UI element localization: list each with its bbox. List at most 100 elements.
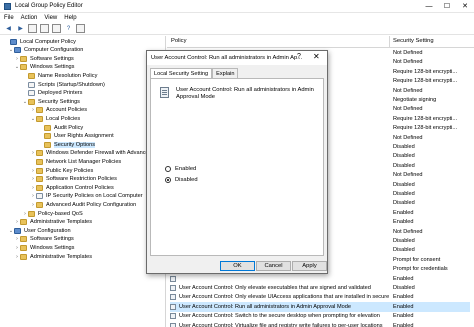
policy-value: Disabled xyxy=(393,144,415,150)
toolbar: ◀ ▶ ? xyxy=(0,23,474,35)
tree-item[interactable]: › Administrative Templates xyxy=(14,252,92,261)
folder-icon xyxy=(20,253,27,260)
policy-icon xyxy=(170,322,176,327)
folder-icon xyxy=(36,150,43,157)
folder-icon xyxy=(20,219,27,226)
tree-item-label: Software Settings xyxy=(30,236,74,243)
cancel-button[interactable]: Cancel xyxy=(256,261,291,271)
policy-value: Not Defined xyxy=(393,87,423,94)
folder-icon xyxy=(36,167,43,174)
radio-disabled-label: Disabled xyxy=(175,177,198,183)
menu-action[interactable]: Action xyxy=(21,15,38,21)
dialog-title: User Account Control: Run all administra… xyxy=(151,55,303,61)
menu-bar: File Action View Help xyxy=(0,13,474,23)
policy-icon xyxy=(170,285,176,291)
folder-icon xyxy=(36,107,43,114)
policy-icon xyxy=(28,90,35,97)
radio-disabled-circle[interactable] xyxy=(165,177,171,183)
tree-item-label: Policy-based QoS xyxy=(38,210,83,217)
policy-name: User Account Control: Switch to the secu… xyxy=(179,313,380,320)
dialog-help-icon[interactable]: ? xyxy=(297,53,301,60)
policy-value: Disabled xyxy=(393,162,415,169)
policy-value: Not Defined xyxy=(393,228,423,235)
properties-icon[interactable] xyxy=(40,24,49,33)
folder-icon xyxy=(28,72,35,79)
folder-icon xyxy=(44,133,51,140)
tree-item-label: Local Computer Policy xyxy=(20,38,76,45)
policy-name: User Account Control: Only elevate execu… xyxy=(179,285,371,291)
apply-button[interactable]: Apply xyxy=(292,261,327,271)
computer-icon xyxy=(14,227,21,234)
policy-icon xyxy=(28,81,35,88)
policy-column-header[interactable]: Policy xyxy=(171,38,186,44)
close-button[interactable]: ✕ xyxy=(456,0,474,13)
show-hide-tree-icon[interactable] xyxy=(28,24,37,33)
tree-item-label: Application Control Policies xyxy=(46,184,114,191)
app-icon xyxy=(4,2,11,10)
maximize-button[interactable]: ☐ xyxy=(438,0,456,13)
folder-icon xyxy=(44,141,51,148)
tree-item-label: User Configuration xyxy=(24,227,71,234)
ok-button[interactable]: OK xyxy=(220,261,255,271)
policy-value: Disabled xyxy=(393,238,415,244)
console-icon[interactable] xyxy=(76,24,85,33)
tree-item-label: Name Resolution Policy xyxy=(38,72,98,79)
policy-value: Not Defined xyxy=(393,50,423,56)
policy-value: Disabled xyxy=(393,247,415,254)
policy-value: Disabled xyxy=(393,200,415,207)
policy-value: Not Defined xyxy=(393,59,423,66)
export-list-icon[interactable] xyxy=(52,24,61,33)
folder-icon xyxy=(44,124,51,131)
policy-name: User Account Control: Virtualize file an… xyxy=(179,322,383,327)
folder-icon xyxy=(20,236,27,243)
help-icon[interactable]: ? xyxy=(64,24,73,33)
security-setting-column-header[interactable]: Security Setting xyxy=(393,38,434,44)
policy-document-icon xyxy=(160,87,169,98)
policy-value: Enabled xyxy=(393,322,414,327)
policy-value: Require 128-bit encrypti... xyxy=(393,78,458,85)
menu-view[interactable]: View xyxy=(44,15,57,21)
tab-explain[interactable]: Explain xyxy=(212,68,239,78)
policy-value: Enabled xyxy=(393,209,414,216)
title-bar: Local Group Policy Editor — ☐ ✕ xyxy=(0,0,474,13)
policy-value: Require 128-bit encrypti... xyxy=(393,68,458,75)
folder-icon xyxy=(20,64,27,71)
folder-icon xyxy=(36,176,43,183)
policy-row[interactable]: User Account Control: Virtualize file an… xyxy=(170,321,470,327)
folder-icon xyxy=(28,210,35,217)
folder-icon xyxy=(36,158,43,165)
tree-item-label: Security Settings xyxy=(38,98,80,105)
policy-value: Disabled xyxy=(393,153,415,160)
radio-enabled[interactable]: Enabled xyxy=(165,166,196,172)
tab-page: User Account Control: Run all administra… xyxy=(150,78,324,256)
tree-item-label: Audit Policy xyxy=(54,124,84,131)
back-arrow-icon[interactable]: ◀ xyxy=(4,24,13,33)
policy-value: Disabled xyxy=(393,181,415,188)
policy-value: Enabled xyxy=(393,294,414,301)
dialog-policy-name: User Account Control: Run all administra… xyxy=(176,87,314,100)
policy-value: Disabled xyxy=(393,285,415,291)
folder-icon xyxy=(20,55,27,62)
policy-value: Negotiate signing xyxy=(393,97,437,103)
folder-icon xyxy=(36,201,43,208)
tree-item-label: Administrative Templates xyxy=(30,253,93,260)
menu-file[interactable]: File xyxy=(4,15,14,21)
radio-disabled[interactable]: Disabled xyxy=(165,177,198,183)
policy-icon xyxy=(170,303,176,310)
tree-item-label: IP Security Policies on Local Computer xyxy=(46,193,143,200)
policy-value: Disabled xyxy=(393,191,415,197)
dialog-title-bar: User Account Control: Run all administra… xyxy=(147,51,327,65)
minimize-button[interactable]: — xyxy=(420,0,438,13)
policy-name: User Account Control: Only elevate UIAcc… xyxy=(179,294,389,301)
tree-item-label: Public Key Policies xyxy=(46,167,94,174)
policy-value: Not Defined xyxy=(393,134,423,141)
radio-enabled-label: Enabled xyxy=(175,166,197,172)
forward-arrow-icon[interactable]: ▶ xyxy=(16,24,25,33)
policy-value: Prompt for consent xyxy=(393,256,441,263)
dialog-close-icon[interactable]: ✕ xyxy=(313,52,320,61)
policy-value: Require 128-bit encrypti... xyxy=(393,125,458,132)
radio-enabled-circle[interactable] xyxy=(165,166,171,172)
console-tree: Local Computer Policy ⌄ Computer Configura… xyxy=(0,36,166,327)
folder-icon xyxy=(20,244,27,251)
menu-help[interactable]: Help xyxy=(64,15,76,21)
